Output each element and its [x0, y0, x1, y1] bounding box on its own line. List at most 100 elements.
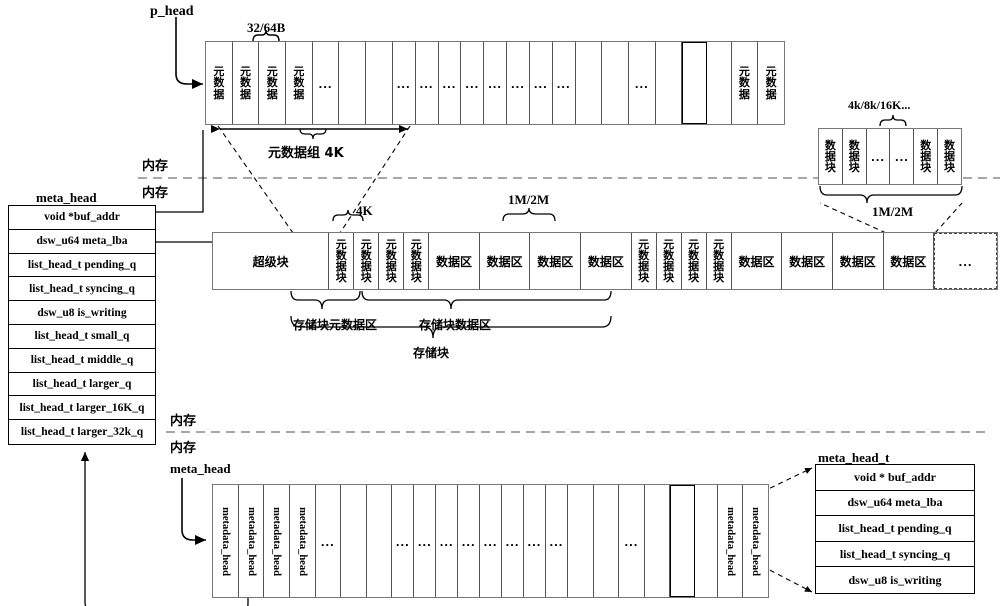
- metadata-array-cell[interactable]: 元数据: [286, 42, 313, 124]
- metadata-head-array-cell[interactable]: [341, 485, 367, 597]
- cell-ellipsis: ...: [396, 75, 411, 91]
- storage-block-layout-cell[interactable]: 超级块: [213, 233, 330, 289]
- storage-block-layout-cell[interactable]: 数据区: [731, 233, 783, 289]
- metadata-array-cell[interactable]: ...: [529, 42, 553, 124]
- storage-block-layout-cell[interactable]: 元数据块: [354, 233, 380, 289]
- metadata-array-cell[interactable]: [655, 42, 683, 124]
- data-block-array-cell[interactable]: 数据块: [842, 129, 867, 184]
- struct-field-row[interactable]: list_head_t larger_32k_q: [9, 420, 155, 444]
- struct-field-row[interactable]: list_head_t larger_q: [9, 373, 155, 397]
- cell-ellipsis: ...: [958, 253, 973, 269]
- storage-block-layout-cell[interactable]: 元数据块: [681, 233, 707, 289]
- metadata-head-array-cell[interactable]: metadata_head: [717, 485, 744, 597]
- data-block-array-cell[interactable]: 数据块: [938, 129, 961, 184]
- metadata-array-cell[interactable]: [682, 42, 708, 124]
- meta-head-t-struct-table[interactable]: void * buf_addr dsw_u64 meta_lba list_head…: [815, 464, 975, 594]
- metadata-head-array-cell[interactable]: [694, 485, 718, 597]
- struct-field-row[interactable]: dsw_u8 is_writing: [816, 567, 974, 593]
- cell-ellipsis: ...: [417, 533, 432, 549]
- metadata-head-array-cell[interactable]: [366, 485, 393, 597]
- struct-field-row[interactable]: dsw_u64 meta_lba: [816, 491, 974, 517]
- metadata-array-cell[interactable]: 元数据: [206, 42, 233, 124]
- metadata-head-array-cell[interactable]: ...: [619, 485, 645, 597]
- metadata-array-cell[interactable]: [707, 42, 732, 124]
- metadata-head-array-cell[interactable]: metadata_head: [264, 485, 290, 597]
- metadata-array-cell[interactable]: 元数据: [758, 42, 784, 124]
- cell-ellipsis: ...: [511, 75, 525, 91]
- metadata-head-array-cell[interactable]: [644, 485, 671, 597]
- metadata-head-array-cell[interactable]: metadata_head: [238, 485, 265, 597]
- storage-block-layout-cell[interactable]: 数据区: [883, 233, 935, 289]
- metadata-array-cell[interactable]: [575, 42, 603, 124]
- metadata-head-array-cell[interactable]: ...: [502, 485, 524, 597]
- metadata-head-array-cell[interactable]: ...: [545, 485, 568, 597]
- metadata-array-row[interactable]: 元数据 元数据 元数据 元数据............................…: [205, 41, 785, 125]
- metadata-head-array-cell[interactable]: ...: [392, 485, 415, 597]
- metadata-head-array-cell[interactable]: ...: [315, 485, 342, 597]
- struct-field-row[interactable]: void * buf_addr: [816, 465, 974, 491]
- metadata-head-array-cell[interactable]: ...: [458, 485, 481, 597]
- metadata-array-cell[interactable]: 元数据: [731, 42, 759, 124]
- metadata-head-array-cell[interactable]: [567, 485, 594, 597]
- struct-field-row[interactable]: list_head_t small_q: [9, 325, 155, 349]
- data-block-array-cell[interactable]: ...: [890, 129, 915, 184]
- metadata-array-cell[interactable]: 元数据: [232, 42, 260, 124]
- metadata-array-cell[interactable]: ...: [392, 42, 416, 124]
- metadata-head-array-cell[interactable]: ...: [436, 485, 459, 597]
- label-1m-2m-right: 1M/2M: [872, 204, 914, 219]
- metadata-array-cell[interactable]: ...: [415, 42, 439, 124]
- metadata-array-cell[interactable]: ...: [312, 42, 340, 124]
- metadata-head-array-cell[interactable]: ...: [524, 485, 546, 597]
- label-1m-2m: 1M/2M: [508, 192, 550, 207]
- storage-block-layout-cell[interactable]: 元数据块: [631, 233, 657, 289]
- data-block-array-row[interactable]: 数据块数据块...... 数据块数据块: [818, 128, 962, 185]
- metadata-array-cell[interactable]: [366, 42, 393, 124]
- struct-field-row[interactable]: dsw_u8 is_writing: [9, 301, 155, 325]
- metadata-array-cell[interactable]: ...: [461, 42, 485, 124]
- struct-field-row[interactable]: list_head_t pending_q: [816, 516, 974, 542]
- struct-field-row[interactable]: list_head_t syncing_q: [816, 542, 974, 568]
- label-memory-bottom-upper: 内存: [170, 414, 197, 429]
- storage-block-layout-cell[interactable]: 元数据块: [329, 233, 355, 289]
- storage-block-layout-cell[interactable]: 数据区: [479, 233, 531, 289]
- storage-block-layout-cell[interactable]: 元数据块: [706, 233, 732, 289]
- storage-block-layout-cell[interactable]: 元数据块: [656, 233, 682, 289]
- data-block-array-cell[interactable]: 数据块: [914, 129, 939, 184]
- metadata-head-array-cell[interactable]: metadata_head: [289, 485, 316, 597]
- struct-field-row[interactable]: list_head_t larger_16K_q: [9, 396, 155, 421]
- metadata-array-cell[interactable]: ...: [438, 42, 462, 124]
- metadata-head-array-cell[interactable]: [593, 485, 620, 597]
- metadata-head-array-cell[interactable]: metadata_head: [213, 485, 239, 597]
- storage-block-layout-cell[interactable]: 数据区: [429, 233, 480, 289]
- metadata-array-cell[interactable]: [602, 42, 629, 124]
- storage-block-row[interactable]: 超级块元数据块元数据块元数据块元数据块数据区 数据区 数据区 数据区元数据块元数据块元…: [212, 232, 998, 290]
- metadata-head-array-row[interactable]: metadata_head metadata_head metadata_head m…: [212, 484, 769, 598]
- storage-block-layout-cell[interactable]: ...: [934, 233, 997, 289]
- meta-head-struct-table[interactable]: void *buf_addr dsw_u64 meta_lba list_head_…: [8, 205, 156, 445]
- struct-field-row[interactable]: dsw_u64 meta_lba: [9, 230, 155, 254]
- struct-field-row[interactable]: list_head_t middle_q: [9, 349, 155, 373]
- storage-block-layout-cell[interactable]: 元数据块: [379, 233, 405, 289]
- storage-block-layout-cell[interactable]: 数据区: [782, 233, 833, 289]
- metadata-head-array-cell[interactable]: metadata_head: [743, 485, 768, 597]
- label-memory-upper: 内存: [142, 159, 169, 174]
- metadata-head-array-cell[interactable]: [670, 485, 695, 597]
- metadata-head-array-cell[interactable]: ...: [480, 485, 503, 597]
- struct-field-row[interactable]: list_head_t syncing_q: [9, 277, 155, 302]
- metadata-array-cell[interactable]: ...: [628, 42, 656, 124]
- struct-field-row[interactable]: list_head_t pending_q: [9, 254, 155, 278]
- storage-block-layout-cell[interactable]: 数据区: [832, 233, 884, 289]
- struct-field-label: list_head_t pending_q: [838, 520, 952, 535]
- storage-block-layout-cell[interactable]: 元数据块: [404, 233, 430, 289]
- data-block-array-cell[interactable]: 数据块: [819, 129, 843, 184]
- metadata-array-cell[interactable]: 元数据: [259, 42, 287, 124]
- storage-block-layout-cell[interactable]: 数据区: [581, 233, 632, 289]
- storage-block-layout-cell[interactable]: 数据区: [530, 233, 582, 289]
- metadata-head-array-cell[interactable]: ...: [414, 485, 437, 597]
- struct-field-row[interactable]: void *buf_addr: [9, 206, 155, 230]
- data-block-array-cell[interactable]: ...: [866, 129, 891, 184]
- metadata-array-cell[interactable]: ...: [552, 42, 576, 124]
- metadata-array-cell[interactable]: ...: [484, 42, 508, 124]
- metadata-array-cell[interactable]: ...: [507, 42, 530, 124]
- metadata-array-cell[interactable]: [339, 42, 367, 124]
